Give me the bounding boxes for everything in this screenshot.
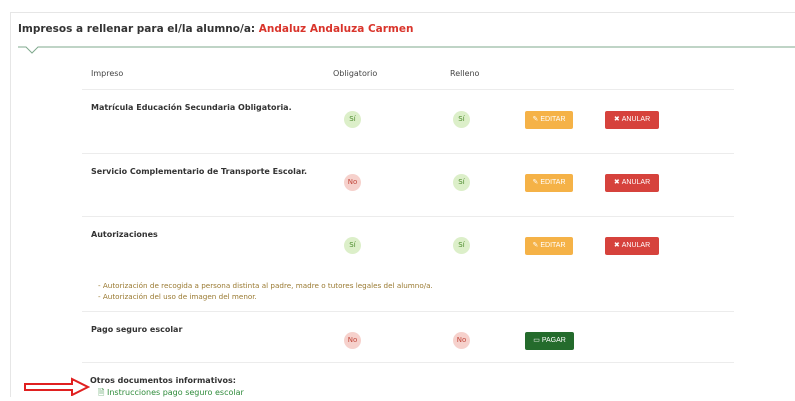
times-icon: ✖ bbox=[613, 179, 620, 186]
cancel-button-autorizaciones[interactable]: ✖ ANULAR bbox=[605, 237, 659, 255]
relleno-badge: Sí bbox=[453, 111, 470, 128]
row-divider bbox=[82, 89, 734, 90]
row-divider bbox=[82, 153, 734, 154]
times-icon: ✖ bbox=[613, 242, 620, 249]
cancel-label: ANULAR bbox=[621, 179, 651, 186]
row-divider bbox=[82, 362, 734, 363]
obligatorio-badge: Sí bbox=[344, 237, 361, 254]
pencil-icon: ✎ bbox=[532, 116, 539, 123]
obligatorio-badge: Sí bbox=[344, 111, 361, 128]
pay-label: PAGAR bbox=[541, 337, 566, 344]
edit-label: EDITAR bbox=[540, 179, 566, 186]
header-divider bbox=[18, 46, 795, 54]
relleno-badge: Sí bbox=[453, 174, 470, 191]
edit-button-autorizaciones[interactable]: ✎ EDITAR bbox=[525, 237, 573, 255]
cancel-button-transporte[interactable]: ✖ ANULAR bbox=[605, 174, 659, 192]
row-divider bbox=[82, 216, 734, 217]
relleno-badge: No bbox=[453, 332, 470, 349]
autorizacion-note: - Autorización del uso de imagen del men… bbox=[98, 292, 257, 301]
pay-button[interactable]: ▭ PAGAR bbox=[525, 332, 574, 350]
edit-label: EDITAR bbox=[540, 242, 566, 249]
edit-button-transporte[interactable]: ✎ EDITAR bbox=[525, 174, 573, 192]
row-title-pago-seguro: Pago seguro escolar bbox=[91, 325, 183, 334]
cancel-label: ANULAR bbox=[621, 242, 651, 249]
autorizacion-note: - Autorización de recogida a persona dis… bbox=[98, 281, 433, 290]
row-title-autorizaciones: Autorizaciones bbox=[91, 230, 158, 239]
other-documents-title: Otros documentos informativos: bbox=[90, 376, 236, 385]
row-divider bbox=[82, 311, 734, 312]
relleno-badge: Sí bbox=[453, 237, 470, 254]
panel-title: Impresos a rellenar para el/la alumno/a:… bbox=[18, 23, 413, 35]
forms-panel bbox=[10, 12, 795, 397]
edit-button-matricula[interactable]: ✎ EDITAR bbox=[525, 111, 573, 129]
column-header-impreso: Impreso bbox=[91, 69, 124, 78]
column-header-obligatorio: Obligatorio bbox=[333, 69, 378, 78]
obligatorio-badge: No bbox=[344, 174, 361, 191]
pencil-icon: ✎ bbox=[532, 179, 539, 186]
cancel-button-matricula[interactable]: ✖ ANULAR bbox=[605, 111, 659, 129]
arrow-right-icon bbox=[24, 377, 90, 396]
row-title-matricula: Matrícula Educación Secundaria Obligator… bbox=[91, 103, 292, 112]
panel-title-prefix: Impresos a rellenar para el/la alumno/a: bbox=[18, 23, 256, 35]
edit-label: EDITAR bbox=[540, 116, 566, 123]
instrucciones-pago-link[interactable]: 🗎 Instrucciones pago seguro escolar bbox=[98, 387, 244, 401]
row-title-transporte: Servicio Complementario de Transporte Es… bbox=[91, 167, 308, 176]
times-icon: ✖ bbox=[613, 116, 620, 123]
cancel-label: ANULAR bbox=[621, 116, 651, 123]
credit-card-icon: ▭ bbox=[533, 337, 540, 344]
student-name: Andaluz Andaluza Carmen bbox=[258, 23, 414, 35]
column-header-relleno: Relleno bbox=[450, 69, 480, 78]
pencil-icon: ✎ bbox=[532, 242, 539, 249]
obligatorio-badge: No bbox=[344, 332, 361, 349]
